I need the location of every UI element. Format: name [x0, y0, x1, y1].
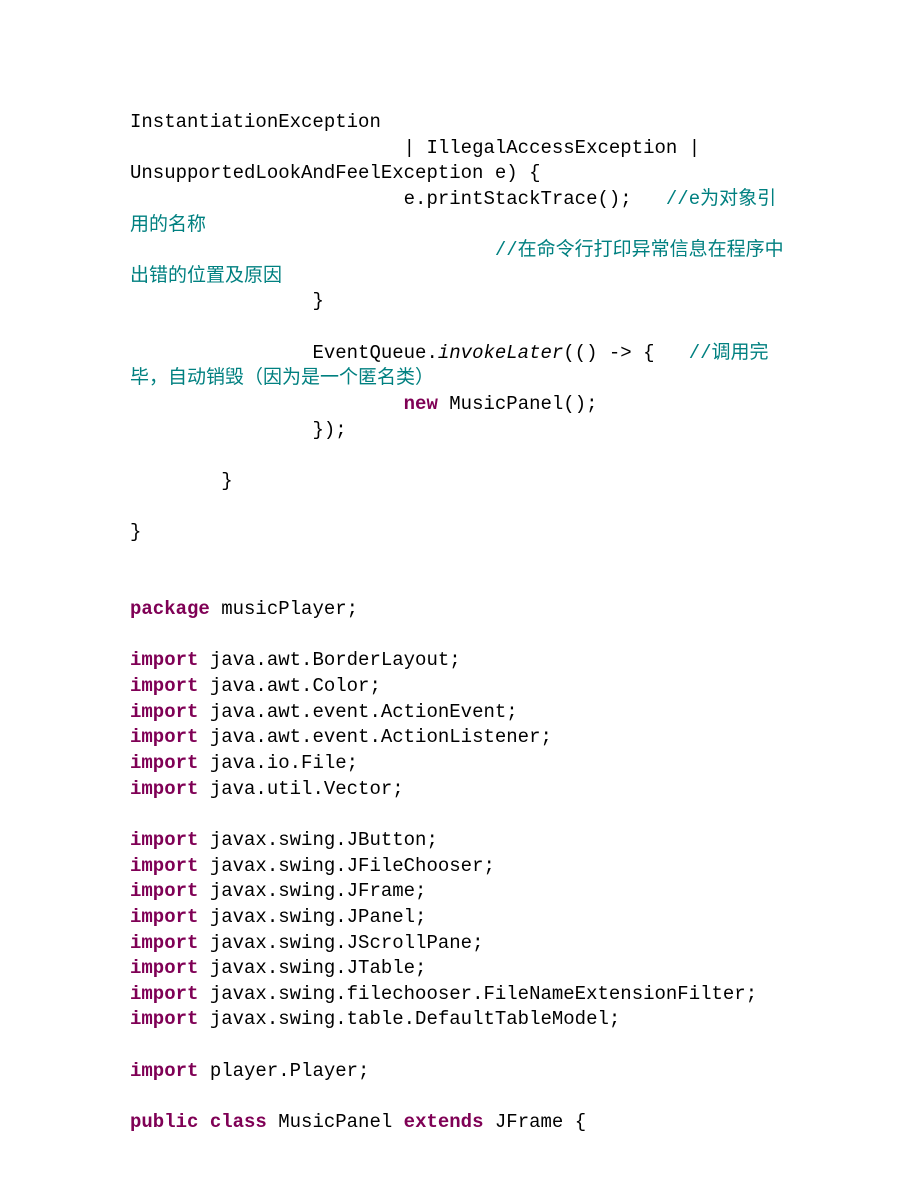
- code-text: }: [130, 521, 141, 543]
- keyword: new: [404, 393, 438, 415]
- code-text: });: [130, 419, 347, 441]
- code-text: javax.swing.JFileChooser;: [198, 855, 494, 877]
- keyword: import: [130, 1008, 198, 1030]
- code-text: JFrame {: [484, 1111, 587, 1133]
- code-text: java.awt.event.ActionEvent;: [198, 701, 517, 723]
- code-text: (() -> {: [563, 342, 688, 364]
- code-text: musicPlayer;: [210, 598, 358, 620]
- code-block: InstantiationException | IllegalAccessEx…: [130, 110, 790, 1136]
- code-text: [198, 1111, 209, 1133]
- code-text: javax.swing.JScrollPane;: [198, 932, 483, 954]
- code-text: javax.swing.JButton;: [198, 829, 437, 851]
- keyword: import: [130, 932, 198, 954]
- keyword: public: [130, 1111, 198, 1133]
- code-text: javax.swing.JFrame;: [198, 880, 426, 902]
- code-text: javax.swing.filechooser.FileNameExtensio…: [198, 983, 757, 1005]
- code-text: java.awt.Color;: [198, 675, 380, 697]
- code-text: player.Player;: [198, 1060, 369, 1082]
- keyword: import: [130, 649, 198, 671]
- code-text: MusicPanel();: [438, 393, 598, 415]
- keyword: import: [130, 957, 198, 979]
- code-text: | IllegalAccessException | UnsupportedLo…: [130, 137, 712, 185]
- code-text: javax.swing.JTable;: [198, 957, 426, 979]
- code-text: javax.swing.JPanel;: [198, 906, 426, 928]
- code-text: java.util.Vector;: [198, 778, 403, 800]
- code-text: javax.swing.table.DefaultTableModel;: [198, 1008, 620, 1030]
- keyword: import: [130, 1060, 198, 1082]
- keyword: import: [130, 701, 198, 723]
- keyword: import: [130, 726, 198, 748]
- code-text: e.printStackTrace();: [130, 188, 666, 210]
- code-text: java.awt.BorderLayout;: [198, 649, 460, 671]
- keyword: import: [130, 983, 198, 1005]
- keyword: import: [130, 829, 198, 851]
- document-page: InstantiationException | IllegalAccessEx…: [0, 0, 920, 1191]
- code-text: InstantiationException: [130, 111, 381, 133]
- code-text: java.awt.event.ActionListener;: [198, 726, 551, 748]
- code-text: EventQueue.: [130, 342, 438, 364]
- static-method: invokeLater: [438, 342, 563, 364]
- keyword: class: [210, 1111, 267, 1133]
- code-text: }: [130, 290, 324, 312]
- keyword: import: [130, 675, 198, 697]
- code-text: [130, 239, 495, 261]
- code-text: }: [130, 470, 233, 492]
- keyword: import: [130, 752, 198, 774]
- keyword: import: [130, 906, 198, 928]
- keyword: package: [130, 598, 210, 620]
- code-text: [130, 393, 404, 415]
- keyword: import: [130, 880, 198, 902]
- keyword: import: [130, 778, 198, 800]
- keyword: import: [130, 855, 198, 877]
- keyword: extends: [404, 1111, 484, 1133]
- code-text: java.io.File;: [198, 752, 358, 774]
- code-text: MusicPanel: [267, 1111, 404, 1133]
